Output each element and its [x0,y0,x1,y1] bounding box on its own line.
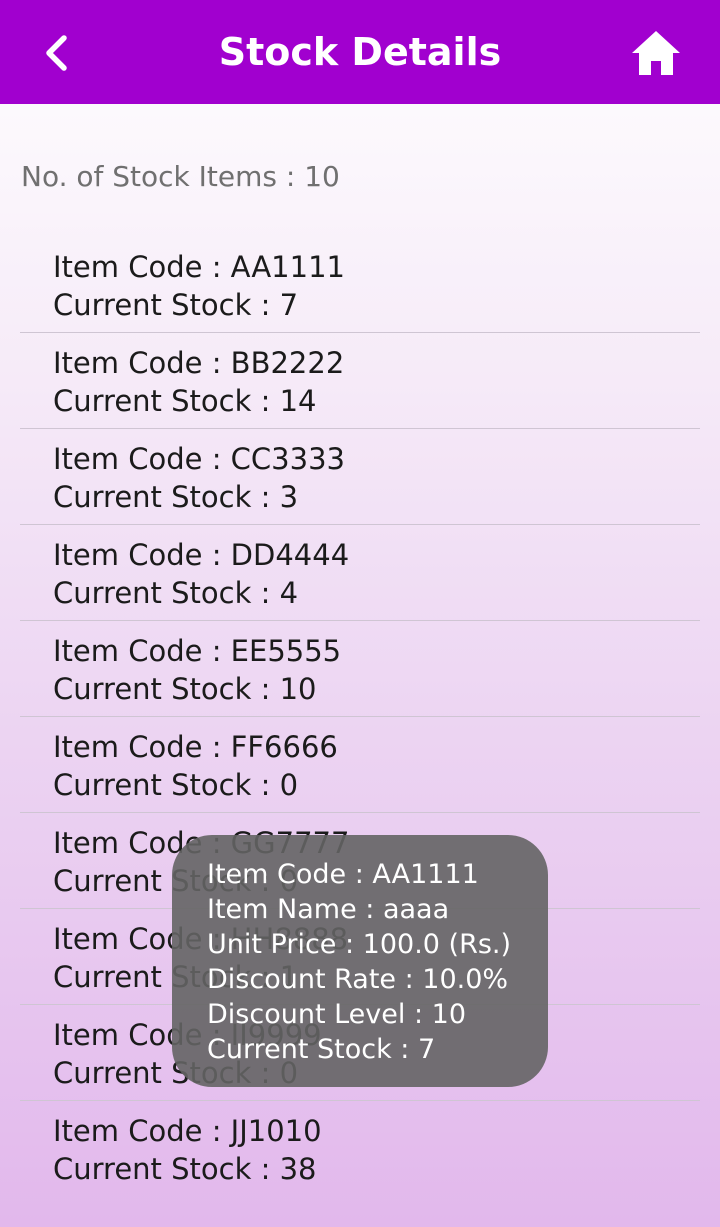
item-code: Item Code : AA1111 [53,250,345,284]
item-code: Item Code : CC3333 [53,442,345,476]
list-item[interactable]: Item Code : BB2222 Current Stock : 14 [20,333,700,429]
current-stock: Current Stock : 3 [53,480,299,514]
toast-current-stock: Current Stock : 7 [207,1034,436,1065]
toast-discount-rate: Discount Rate : 10.0% [207,964,509,995]
current-stock: Current Stock : 7 [53,288,299,322]
toast-item-name: Item Name : aaaa [207,894,450,925]
back-button[interactable] [22,18,92,88]
current-stock: Current Stock : 10 [53,672,317,706]
list-item[interactable]: Item Code : AA1111 Current Stock : 7 [20,237,700,333]
stock-count-label: No. of Stock Items : 10 [21,160,340,193]
list-item[interactable]: Item Code : CC3333 Current Stock : 3 [20,429,700,525]
item-code: Item Code : DD4444 [53,538,350,572]
current-stock: Current Stock : 14 [53,384,317,418]
app-bar: Stock Details [0,0,720,104]
item-code: Item Code : JJ1010 [53,1114,322,1148]
page-title: Stock Details [218,30,502,74]
toast-discount-level: Discount Level : 10 [207,999,467,1030]
current-stock: Current Stock : 38 [53,1152,317,1186]
current-stock: Current Stock : 4 [53,576,299,610]
list-item[interactable]: Item Code : EE5555 Current Stock : 10 [20,621,700,717]
item-code: Item Code : EE5555 [53,634,342,668]
home-button[interactable] [618,18,694,88]
chevron-left-icon [46,35,67,71]
toast-unit-price: Unit Price : 100.0 (Rs.) [207,929,512,960]
toast-item-code: Item Code : AA1111 [207,859,479,890]
item-code: Item Code : FF6666 [53,730,338,764]
home-icon [632,31,680,75]
item-details-toast: Item Code : AA1111 Item Name : aaaa Unit… [172,835,548,1087]
current-stock: Current Stock : 0 [53,768,299,802]
item-code: Item Code : BB2222 [53,346,345,380]
list-item[interactable]: Item Code : JJ1010 Current Stock : 38 [20,1101,700,1197]
list-item[interactable]: Item Code : DD4444 Current Stock : 4 [20,525,700,621]
list-item[interactable]: Item Code : FF6666 Current Stock : 0 [20,717,700,813]
